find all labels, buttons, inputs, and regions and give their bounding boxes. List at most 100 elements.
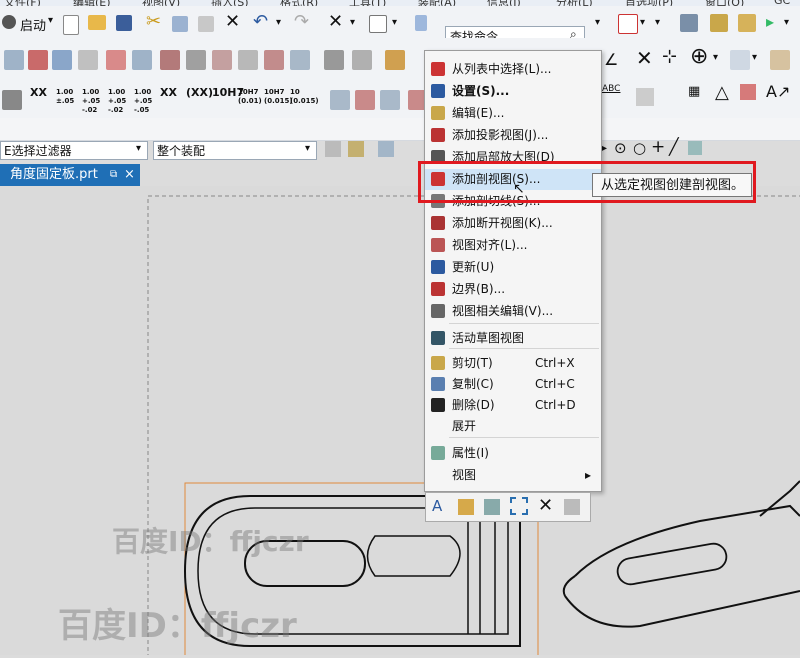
save-icon[interactable] — [116, 15, 132, 31]
copy-icon[interactable] — [172, 16, 188, 32]
triangle-icon[interactable]: △ — [715, 82, 729, 103]
mini-delete-icon[interactable]: ✕ — [538, 495, 553, 516]
tab-close-icon[interactable]: × — [124, 164, 135, 186]
chart-icon[interactable] — [740, 84, 756, 100]
menu-item-13[interactable]: 剪切(T) Ctrl+X — [425, 353, 601, 374]
annotation-9[interactable]: 10H7 (0.015) — [264, 88, 293, 106]
menu-item-3[interactable]: 添加投影视图(J)... — [425, 125, 601, 146]
annotation-3[interactable]: 1.00 +.05 -.02 — [108, 88, 132, 115]
circle-point-icon[interactable]: ○ — [633, 139, 646, 157]
filter-tool-icon[interactable] — [325, 141, 341, 157]
drawing-icon-7[interactable] — [160, 50, 180, 70]
drawing-icon-13[interactable] — [324, 50, 344, 70]
text-style-icon[interactable]: A — [432, 497, 442, 515]
play-dropdown-icon[interactable]: ▾ — [784, 17, 789, 28]
tab-pin-icon[interactable]: ⧉ — [110, 164, 117, 186]
start-button[interactable]: 启动 — [20, 15, 46, 34]
grid-icon[interactable]: ▦ — [688, 84, 700, 99]
annotation-8[interactable]: 10H7 (0.01) — [238, 88, 262, 106]
intersection-icon[interactable]: ⊹ — [662, 46, 677, 67]
drawing-icon-9[interactable] — [212, 50, 232, 70]
image-icon[interactable] — [730, 50, 750, 70]
menu-item-16[interactable]: 展开 — [425, 416, 601, 437]
annotation-0[interactable]: XX — [30, 87, 54, 98]
menu-item-10[interactable]: 边界(B)... — [425, 279, 601, 300]
drawing-icon-10[interactable] — [238, 50, 258, 70]
select-mode-icon[interactable] — [378, 141, 394, 157]
center-point-icon[interactable]: ⊙ — [614, 139, 627, 157]
line-point-icon[interactable]: ╱ — [669, 137, 679, 156]
drawing-icon-6[interactable] — [132, 50, 152, 70]
drawing-icon-2[interactable] — [28, 50, 48, 70]
undo-icon[interactable]: ↶ — [253, 11, 268, 32]
filter-dropdown-icon[interactable]: ▾ — [136, 143, 141, 154]
annotation-2[interactable]: 1.00 +.05 -.02 — [82, 88, 106, 115]
page-icon[interactable] — [415, 15, 427, 31]
cut-icon[interactable]: ✂ — [146, 11, 161, 32]
view-fit-dropdown-icon[interactable]: ▾ — [640, 17, 645, 28]
start-dropdown-icon[interactable]: ▾ — [48, 15, 53, 26]
drawing-icon-15[interactable] — [385, 50, 405, 70]
new-icon[interactable] — [63, 15, 79, 35]
search-dropdown-icon[interactable]: ▾ — [595, 17, 600, 28]
snap-icon[interactable] — [348, 141, 364, 157]
cancel-x-icon[interactable]: ✕ — [328, 11, 343, 32]
settings-tool-icon[interactable] — [458, 499, 474, 515]
text-icon[interactable]: A↗ — [766, 82, 790, 101]
view-fit-icon[interactable] — [618, 14, 638, 34]
plus-point-icon[interactable]: + — [651, 137, 665, 157]
point-tool-icon[interactable] — [688, 141, 702, 155]
drawing-canvas[interactable] — [0, 186, 800, 658]
crosshair-icon[interactable]: ⊕ — [690, 44, 708, 69]
annotation-4[interactable]: 1.00 +.05 -.05 — [134, 88, 158, 115]
menu-item-8[interactable]: 视图对齐(L)... — [425, 235, 601, 256]
annotation-6[interactable]: (XX) — [186, 87, 213, 98]
annotation-7[interactable]: 10H7 — [212, 87, 244, 98]
select-box-icon[interactable] — [510, 497, 528, 515]
paste-icon[interactable] — [198, 16, 214, 32]
tab-document[interactable]: 角度固定板.prt ⧉ × — [0, 164, 140, 186]
dimension-tool-icon-1[interactable] — [355, 90, 375, 110]
menu-item-2[interactable]: 编辑(E)... — [425, 103, 601, 124]
drawing-icon-12[interactable] — [290, 50, 310, 70]
annotation-10[interactable]: 10 (0.015) — [290, 88, 319, 106]
drawing-icon-3[interactable] — [52, 50, 72, 70]
dimension-tool-icon-2[interactable] — [380, 90, 400, 110]
selection-filter-select[interactable]: E选择过滤器 — [0, 141, 148, 160]
annotation-1[interactable]: 1.00 ±.05 — [56, 88, 80, 106]
annotation-icon[interactable] — [2, 90, 22, 110]
info-icon[interactable] — [564, 499, 580, 515]
annotation-5[interactable]: XX — [160, 87, 184, 98]
dimension-tool-icon-0[interactable] — [330, 90, 350, 110]
menu-item-12[interactable]: 活动草图视图 — [425, 328, 601, 349]
brush-icon[interactable] — [738, 14, 756, 32]
drawing-icon-4[interactable] — [78, 50, 98, 70]
image-dropdown-icon[interactable]: ▾ — [752, 52, 757, 63]
abc-icon[interactable] — [636, 88, 654, 106]
delete-icon[interactable]: ✕ — [225, 11, 240, 32]
menu-item-14[interactable]: 复制(C) Ctrl+C — [425, 374, 601, 395]
menu-item-17[interactable]: 属性(I) — [425, 443, 601, 464]
table-icon[interactable] — [770, 50, 790, 70]
menu-item-15[interactable]: 删除(D) Ctrl+D — [425, 395, 601, 416]
play-icon[interactable]: ▸ — [766, 12, 774, 31]
drawing-icon-5[interactable] — [106, 50, 126, 70]
box-dropdown-icon[interactable]: ▾ — [392, 17, 397, 28]
more-dropdown-icon[interactable]: ▾ — [655, 17, 660, 28]
tool-icon[interactable] — [710, 14, 728, 32]
cross-icon[interactable]: ✕ — [636, 46, 653, 70]
angle-icon[interactable]: ∠ — [604, 50, 618, 69]
crosshair-dropdown-icon[interactable]: ▾ — [713, 52, 718, 63]
open-folder-icon[interactable] — [88, 15, 106, 30]
scope-dropdown-icon[interactable]: ▾ — [305, 143, 310, 154]
x-dropdown-icon[interactable]: ▾ — [350, 17, 355, 28]
menu-item-7[interactable]: 添加断开视图(K)... — [425, 213, 601, 234]
drawing-icon-14[interactable] — [352, 50, 372, 70]
box-icon[interactable] — [369, 15, 387, 33]
view-style-icon[interactable] — [484, 499, 500, 515]
drawing-icon-11[interactable] — [264, 50, 284, 70]
redo-icon[interactable]: ↷ — [294, 11, 309, 32]
menu-item-1[interactable]: 设置(S)... — [425, 81, 601, 102]
menu-item-9[interactable]: 更新(U) — [425, 257, 601, 278]
drawing-icon-1[interactable] — [4, 50, 24, 70]
